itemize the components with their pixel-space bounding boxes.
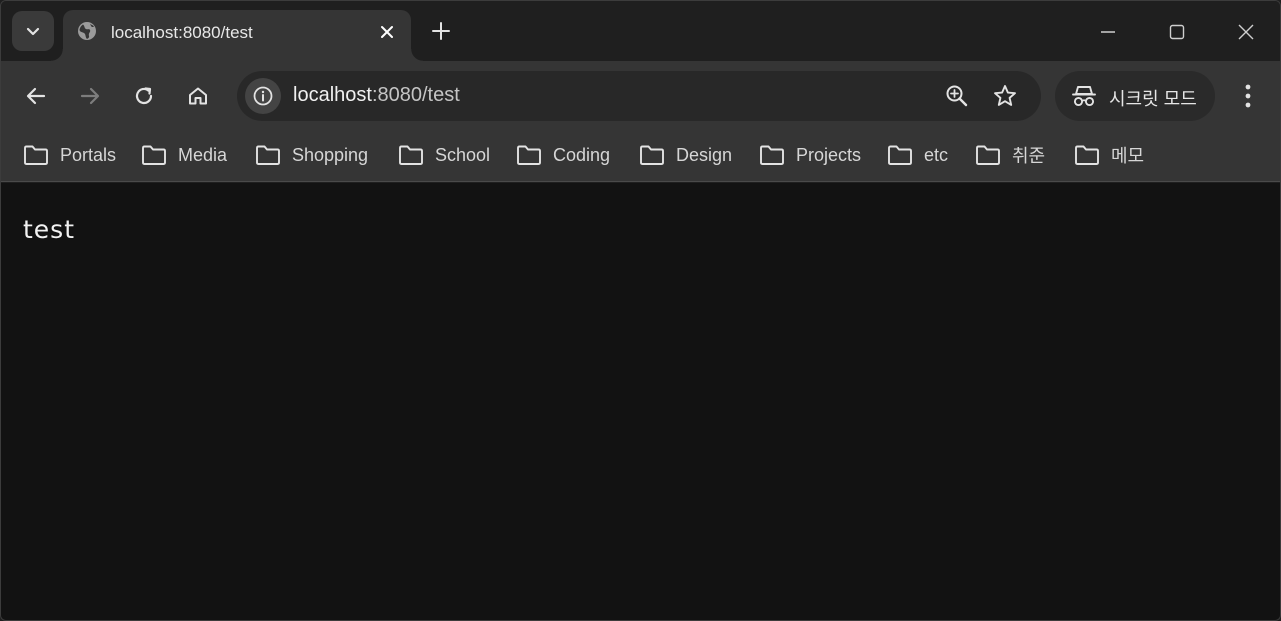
- browser-window: localhost:8080/test localhost:8080/test …: [0, 0, 1281, 621]
- bookmark-folder-shopping[interactable]: Shopping: [255, 137, 368, 173]
- folder-icon: [24, 145, 48, 165]
- arrow-right-icon: [80, 87, 100, 105]
- page-body-text: test: [23, 215, 76, 244]
- bookmark-folder-school[interactable]: School: [398, 137, 490, 173]
- tab-search-button[interactable]: [12, 11, 54, 51]
- close-icon: [1238, 24, 1254, 40]
- new-tab-button[interactable]: [428, 18, 454, 44]
- bookmark-label: Design: [676, 144, 733, 165]
- bookmark-label: Media: [178, 144, 228, 165]
- active-tab[interactable]: localhost:8080/test: [51, 10, 423, 61]
- more-vertical-icon: [1245, 84, 1251, 108]
- bookmark-folder-coding[interactable]: Coding: [516, 137, 610, 173]
- zoom-in-icon: [946, 85, 968, 107]
- forward-button[interactable]: [72, 78, 108, 114]
- reload-icon: [135, 87, 153, 105]
- globe-icon: [78, 22, 96, 40]
- folder-icon: [976, 145, 1000, 165]
- url-host: localhost: [293, 84, 372, 106]
- bookmark-folder-projects[interactable]: Projects: [759, 137, 861, 173]
- maximize-icon: [1169, 24, 1185, 40]
- bookmark-label: Coding: [553, 144, 611, 165]
- bookmark-folder-etc[interactable]: etc: [887, 137, 948, 173]
- bookmarks-bar: Portals Media Shopping School Coding Des…: [1, 131, 1280, 182]
- bookmark-label: Shopping: [292, 144, 369, 165]
- close-window-button[interactable]: [1229, 15, 1263, 49]
- bookmark-folder-memo[interactable]: 메모: [1074, 137, 1144, 173]
- home-icon: [189, 87, 207, 105]
- bookmark-label: Portals: [60, 144, 117, 165]
- reload-button[interactable]: [126, 78, 162, 114]
- bookmark-label: 메모: [1111, 146, 1145, 166]
- bookmark-folder-design[interactable]: Design: [639, 137, 732, 173]
- folder-icon: [256, 145, 280, 165]
- plus-icon: [432, 22, 450, 40]
- incognito-label: 시크릿 모드: [1109, 89, 1197, 109]
- folder-icon: [399, 145, 423, 165]
- info-icon: [253, 86, 273, 106]
- home-button[interactable]: [180, 78, 216, 114]
- folder-icon: [1075, 145, 1099, 165]
- chevron-down-icon: [26, 27, 40, 36]
- folder-icon: [517, 145, 541, 165]
- minimize-button[interactable]: [1091, 15, 1125, 49]
- arrow-left-icon: [26, 87, 46, 105]
- bookmark-label: School: [435, 144, 491, 165]
- bookmark-folder-media[interactable]: Media: [141, 137, 227, 173]
- folder-icon: [888, 145, 912, 165]
- star-icon: [994, 85, 1016, 106]
- site-info-button[interactable]: [245, 78, 281, 114]
- incognito-indicator[interactable]: 시크릿 모드: [1055, 71, 1215, 121]
- url-text[interactable]: localhost:8080/test: [293, 84, 460, 107]
- tab-title: localhost:8080/test: [111, 23, 253, 42]
- folder-icon: [760, 145, 784, 165]
- more-menu-button[interactable]: [1233, 78, 1263, 114]
- bookmark-label: Projects: [796, 144, 862, 165]
- folder-icon: [142, 145, 166, 165]
- maximize-button[interactable]: [1160, 15, 1194, 49]
- bookmark-label: etc: [924, 144, 949, 165]
- tab-close-button[interactable]: [375, 20, 399, 44]
- zoom-button[interactable]: [943, 82, 971, 110]
- page-content: test: [1, 183, 1280, 620]
- minimize-icon: [1101, 31, 1115, 33]
- tab-strip: localhost:8080/test: [1, 1, 1280, 61]
- close-icon: [381, 26, 393, 38]
- address-bar[interactable]: localhost:8080/test: [237, 71, 1041, 121]
- bookmark-folder-job-prep[interactable]: 취준: [975, 137, 1045, 173]
- bookmark-folder-portals[interactable]: Portals: [23, 137, 116, 173]
- incognito-icon: [1072, 86, 1096, 107]
- bookmark-star-button[interactable]: [991, 82, 1019, 110]
- back-button[interactable]: [18, 78, 54, 114]
- folder-icon: [640, 145, 664, 165]
- bookmark-label: 취준: [1012, 146, 1046, 166]
- url-path: :8080/test: [371, 84, 460, 106]
- toolbar: localhost:8080/test 시크릿 모드: [1, 61, 1280, 131]
